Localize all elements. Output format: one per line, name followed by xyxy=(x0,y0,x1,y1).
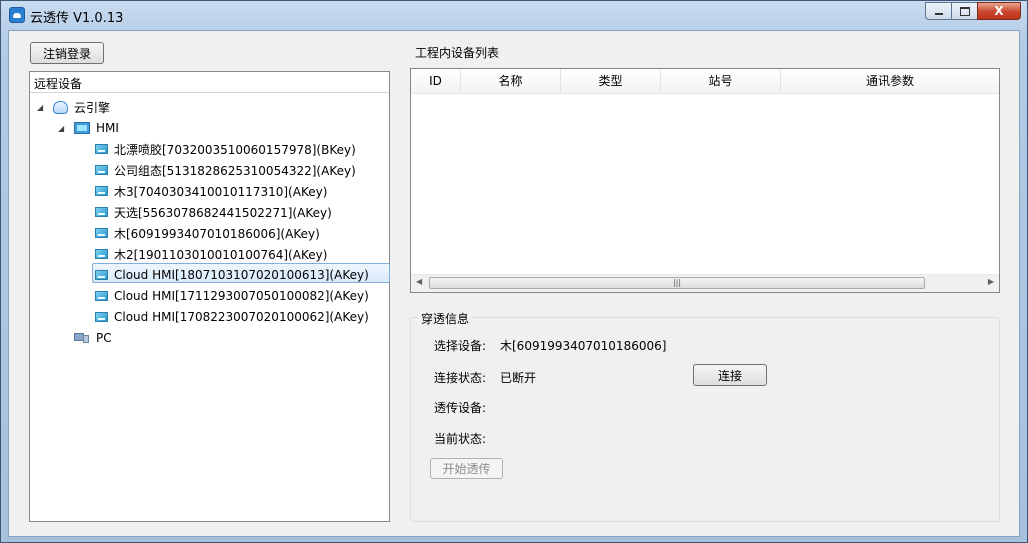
device-label: 天选[5563078682441502271](AKey) xyxy=(114,205,332,220)
remote-device-tree[interactable]: 远程设备 ◢ 云引擎 ◢ HMI 北漂喷胶[703200351006015797… xyxy=(29,71,390,522)
cloud-icon xyxy=(53,100,68,114)
title-bar[interactable]: 云透传 V1.0.13 X xyxy=(1,1,1027,29)
table-header: ID 名称 类型 站号 通讯参数 xyxy=(411,69,999,94)
collapse-triangle-icon[interactable]: ◢ xyxy=(37,103,45,112)
cloud-app-icon xyxy=(9,7,25,23)
device-label: Cloud HMI[1708223007020100062](AKey) xyxy=(114,310,369,324)
device-label: 木2[1901103010010100764](AKey) xyxy=(114,247,328,262)
start-passthrough-button[interactable]: 开始透传 xyxy=(430,458,503,479)
device-list-title: 工程内设备列表 xyxy=(415,46,500,60)
close-icon: X xyxy=(994,4,1004,18)
tree-node-device[interactable]: Cloud HMI[1711293007050100082](AKey) xyxy=(95,286,369,306)
tree-node-label: PC xyxy=(96,331,112,345)
column-header-station[interactable]: 站号 xyxy=(661,69,781,93)
maximize-button[interactable] xyxy=(951,2,977,20)
tree-node-device[interactable]: Cloud HMI[1807103107020100613](AKey) xyxy=(95,265,369,285)
device-label: 北漂喷胶[7032003510060157978](BKey) xyxy=(114,142,356,157)
tree-header: 远程设备 xyxy=(34,77,83,91)
column-header-comm-params[interactable]: 通讯参数 xyxy=(781,69,999,93)
hmi-device-icon xyxy=(95,207,108,217)
hmi-device-icon xyxy=(95,291,108,301)
tree-node-device[interactable]: 木3[7040303410010117310](AKey) xyxy=(95,181,327,201)
column-header-type[interactable]: 类型 xyxy=(561,69,661,93)
column-header-name[interactable]: 名称 xyxy=(461,69,561,93)
connect-button[interactable]: 连接 xyxy=(693,364,767,386)
device-label: 木[6091993407010186006](AKey) xyxy=(114,226,320,241)
current-status-label: 当前状态: xyxy=(434,432,487,446)
maximize-icon xyxy=(959,6,970,16)
selected-device-value: 木[6091993407010186006] xyxy=(500,339,667,353)
device-label: 木3[7040303410010117310](AKey) xyxy=(114,184,328,199)
tree-node-device-selected[interactable]: 木[6091993407010186006](AKey) xyxy=(95,223,320,243)
hmi-device-icon xyxy=(95,312,108,322)
minimize-button[interactable] xyxy=(925,2,951,20)
hmi-device-icon xyxy=(95,186,108,196)
tree-node-pc[interactable]: PC xyxy=(74,328,112,348)
hmi-device-icon xyxy=(95,144,108,154)
tree-node-label: HMI xyxy=(96,121,119,135)
window-controls: X xyxy=(925,2,1021,20)
connection-status-value: 已断开 xyxy=(500,371,537,385)
close-button[interactable]: X xyxy=(977,2,1021,20)
monitor-icon xyxy=(74,122,90,134)
minimize-icon xyxy=(934,13,943,15)
selected-device-label: 选择设备: xyxy=(434,339,487,353)
pc-icon xyxy=(74,332,90,344)
window-title: 云透传 V1.0.13 xyxy=(30,11,124,26)
device-list-table[interactable]: ID 名称 类型 站号 通讯参数 ◀ ||| ▶ xyxy=(410,68,1000,293)
hmi-device-icon xyxy=(95,165,108,175)
scroll-right-arrow-icon[interactable]: ▶ xyxy=(988,277,994,286)
tree-node-device[interactable]: 天选[5563078682441502271](AKey) xyxy=(95,202,332,222)
hmi-device-icon xyxy=(95,270,108,280)
app-window: 云透传 V1.0.13 X 注销登录 远程设备 ◢ 云引擎 ◢ HMI 北漂喷胶… xyxy=(0,0,1028,543)
tree-node-device[interactable]: 公司组态[5131828625310054322](AKey) xyxy=(95,160,356,180)
passthrough-device-label: 透传设备: xyxy=(434,401,487,415)
connection-status-label: 连接状态: xyxy=(434,371,487,385)
tree-node-device[interactable]: 木2[1901103010010100764](AKey) xyxy=(95,244,327,264)
device-label: Cloud HMI[1711293007050100082](AKey) xyxy=(114,289,369,303)
horizontal-scrollbar[interactable]: ◀ ||| ▶ xyxy=(411,274,999,292)
device-label: 公司组态[5131828625310054322](AKey) xyxy=(114,163,356,178)
tree-header-divider xyxy=(30,92,389,93)
passthrough-info-group xyxy=(410,317,1000,522)
logout-button[interactable]: 注销登录 xyxy=(30,42,104,64)
client-area: 注销登录 远程设备 ◢ 云引擎 ◢ HMI 北漂喷胶[7032003510060… xyxy=(8,30,1020,537)
tree-node-label: 云引擎 xyxy=(74,100,111,115)
tree-node-device[interactable]: 北漂喷胶[7032003510060157978](BKey) xyxy=(95,139,356,159)
passthrough-info-title: 穿透信息 xyxy=(418,310,473,327)
device-label: Cloud HMI[1807103107020100613](AKey) xyxy=(114,268,369,282)
scroll-left-arrow-icon[interactable]: ◀ xyxy=(416,277,422,286)
tree-node-cloud-engine[interactable]: ◢ 云引擎 xyxy=(37,97,110,117)
collapse-triangle-icon[interactable]: ◢ xyxy=(58,124,66,133)
hmi-device-icon xyxy=(95,228,108,238)
tree-node-device[interactable]: Cloud HMI[1708223007020100062](AKey) xyxy=(95,307,369,327)
hmi-device-icon xyxy=(95,249,108,259)
scrollbar-thumb[interactable]: ||| xyxy=(429,277,925,289)
column-header-id[interactable]: ID xyxy=(411,69,461,93)
tree-node-hmi[interactable]: ◢ HMI xyxy=(58,118,119,138)
